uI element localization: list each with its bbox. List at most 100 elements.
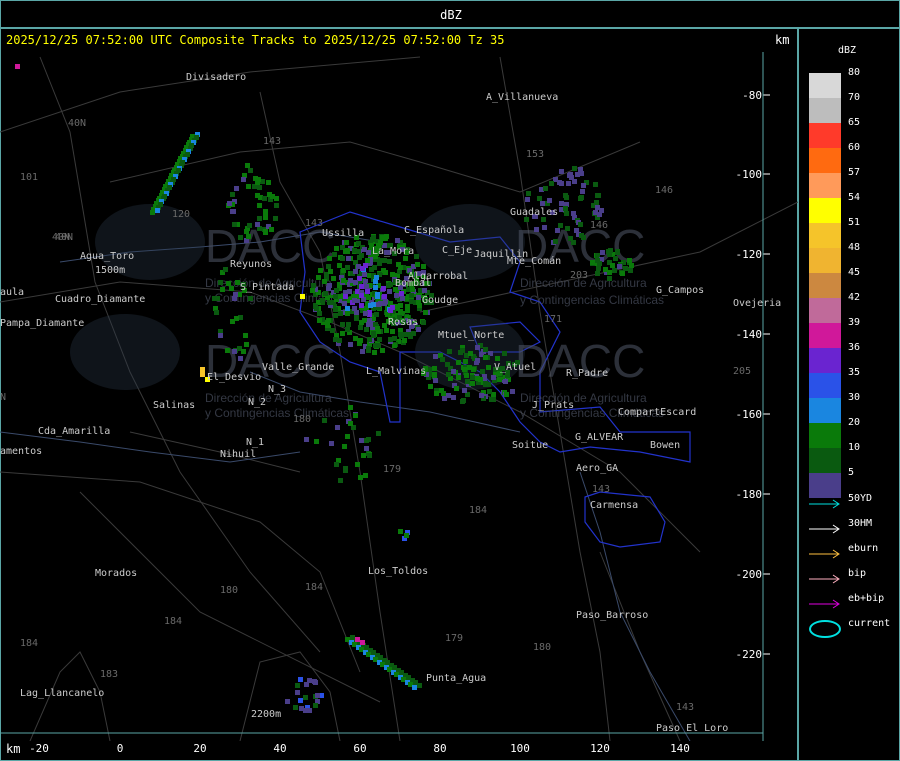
echo-cell — [366, 437, 371, 442]
route-number: 40N — [68, 118, 86, 129]
legend-swatch-label: 20 — [848, 417, 861, 428]
route-number: 171 — [544, 314, 562, 325]
echo-cell — [355, 462, 360, 467]
route-number: 143 — [263, 136, 281, 147]
echo-cell — [342, 301, 347, 306]
echo-cell — [400, 296, 405, 301]
echo-cell — [246, 184, 251, 189]
legend-swatch — [809, 98, 841, 123]
echo-cell — [348, 278, 353, 283]
current-cell-icon — [809, 620, 841, 638]
echo-cell — [607, 252, 612, 257]
echo-cell — [353, 280, 358, 285]
legend-swatch — [809, 123, 841, 148]
echo-cell — [313, 703, 318, 708]
echo-cell — [383, 299, 388, 304]
echo-cell — [627, 258, 632, 263]
echo-cell — [327, 300, 332, 305]
echo-cell — [214, 310, 219, 315]
place-label: N_1 — [246, 437, 264, 448]
title-bar: dBZ — [0, 0, 900, 28]
echo-cell — [359, 303, 364, 308]
legend-swatch — [809, 423, 841, 448]
echo-cell — [348, 342, 353, 347]
echo-cell — [257, 216, 262, 221]
legend-swatch-label: 70 — [848, 92, 861, 103]
echo-cell — [348, 405, 353, 410]
echo-cell — [376, 302, 381, 307]
echo-cell — [238, 356, 243, 361]
echo-cell — [342, 444, 347, 449]
echo-cell — [390, 329, 395, 334]
echo-cell — [334, 246, 339, 251]
place-label: Paso_El_Loro — [656, 723, 728, 734]
place-label: Cuadro_Diamante — [55, 294, 145, 305]
echo-cell — [381, 286, 386, 291]
place-label: Ussilla — [322, 228, 364, 239]
echo-cell — [328, 269, 333, 274]
echo-cell — [623, 266, 628, 271]
place-labels: Divisadero A_Villanueva Guadales Ussilla C_E… — [0, 72, 781, 734]
echo-cell — [343, 466, 348, 471]
echo-cell — [366, 250, 371, 255]
place-label: S_Pintada — [240, 282, 294, 293]
echo-cell — [628, 268, 633, 273]
y-tick-label: -100 — [736, 168, 763, 181]
echo-cell — [415, 262, 420, 267]
legend-swatch-label: 48 — [848, 242, 861, 253]
echo-cell — [497, 377, 502, 382]
echo-cell — [373, 285, 378, 290]
echo-cell — [218, 280, 223, 285]
place-label: 2200m — [251, 709, 281, 720]
echo-cell — [358, 325, 363, 330]
echo-cell — [274, 203, 279, 208]
unit-label-top: km — [775, 33, 790, 47]
echo-cell — [334, 288, 339, 293]
echo-cell — [495, 356, 500, 361]
echo-cell — [360, 266, 365, 271]
echo-cell — [366, 295, 371, 300]
echo-cell — [352, 248, 357, 253]
echo-cell — [395, 238, 400, 243]
echo-cell — [402, 338, 407, 343]
echo-cell — [359, 284, 364, 289]
echo-cell — [255, 222, 260, 227]
echo-cell — [487, 389, 492, 394]
route-number: 146 — [590, 220, 608, 231]
echo-cell — [326, 318, 331, 323]
place-label: CompartEscard — [618, 407, 696, 418]
echo-cell — [226, 281, 231, 286]
echo-cell — [387, 259, 392, 264]
place-label: 1500m — [95, 265, 125, 276]
place-label: Nihuil — [220, 449, 256, 460]
echo-cell — [320, 298, 325, 303]
route-number: 180 — [220, 585, 238, 596]
echo-cell — [440, 357, 445, 362]
place-label: Morados — [95, 568, 137, 579]
x-tick-label: -20 — [29, 742, 49, 755]
legend-swatch — [809, 273, 841, 298]
track-legend-label: eburn — [848, 543, 879, 554]
place-label: Agua_Toro — [80, 251, 134, 262]
legend-swatch-label: 10 — [848, 442, 861, 453]
echo-cell — [480, 369, 485, 374]
echo-cell — [366, 322, 371, 327]
echo-cell — [364, 284, 369, 289]
watermark-subtitle: y Contingencias Climáticas — [205, 406, 349, 420]
route-number: 205 — [733, 366, 751, 377]
echo-cell — [310, 288, 315, 293]
echo-cell — [313, 304, 318, 309]
echo-cell — [357, 255, 362, 260]
echo-cell — [334, 462, 339, 467]
echo-cell — [380, 235, 385, 240]
track-legend-label: 50YD — [848, 493, 873, 504]
echo-cell — [565, 226, 570, 231]
track-legend-label: 30HM — [848, 518, 873, 529]
legend-swatch-label: 51 — [848, 217, 861, 228]
place-label: Cda_Amarilla — [38, 426, 110, 437]
echo-cell — [486, 382, 491, 387]
echo-cell — [232, 222, 237, 227]
radar-map[interactable]: DACC DACC DACC DACC Dirección de Agricul… — [0, 52, 798, 741]
route-number: 184 — [20, 638, 38, 649]
echo-cell — [595, 205, 600, 210]
